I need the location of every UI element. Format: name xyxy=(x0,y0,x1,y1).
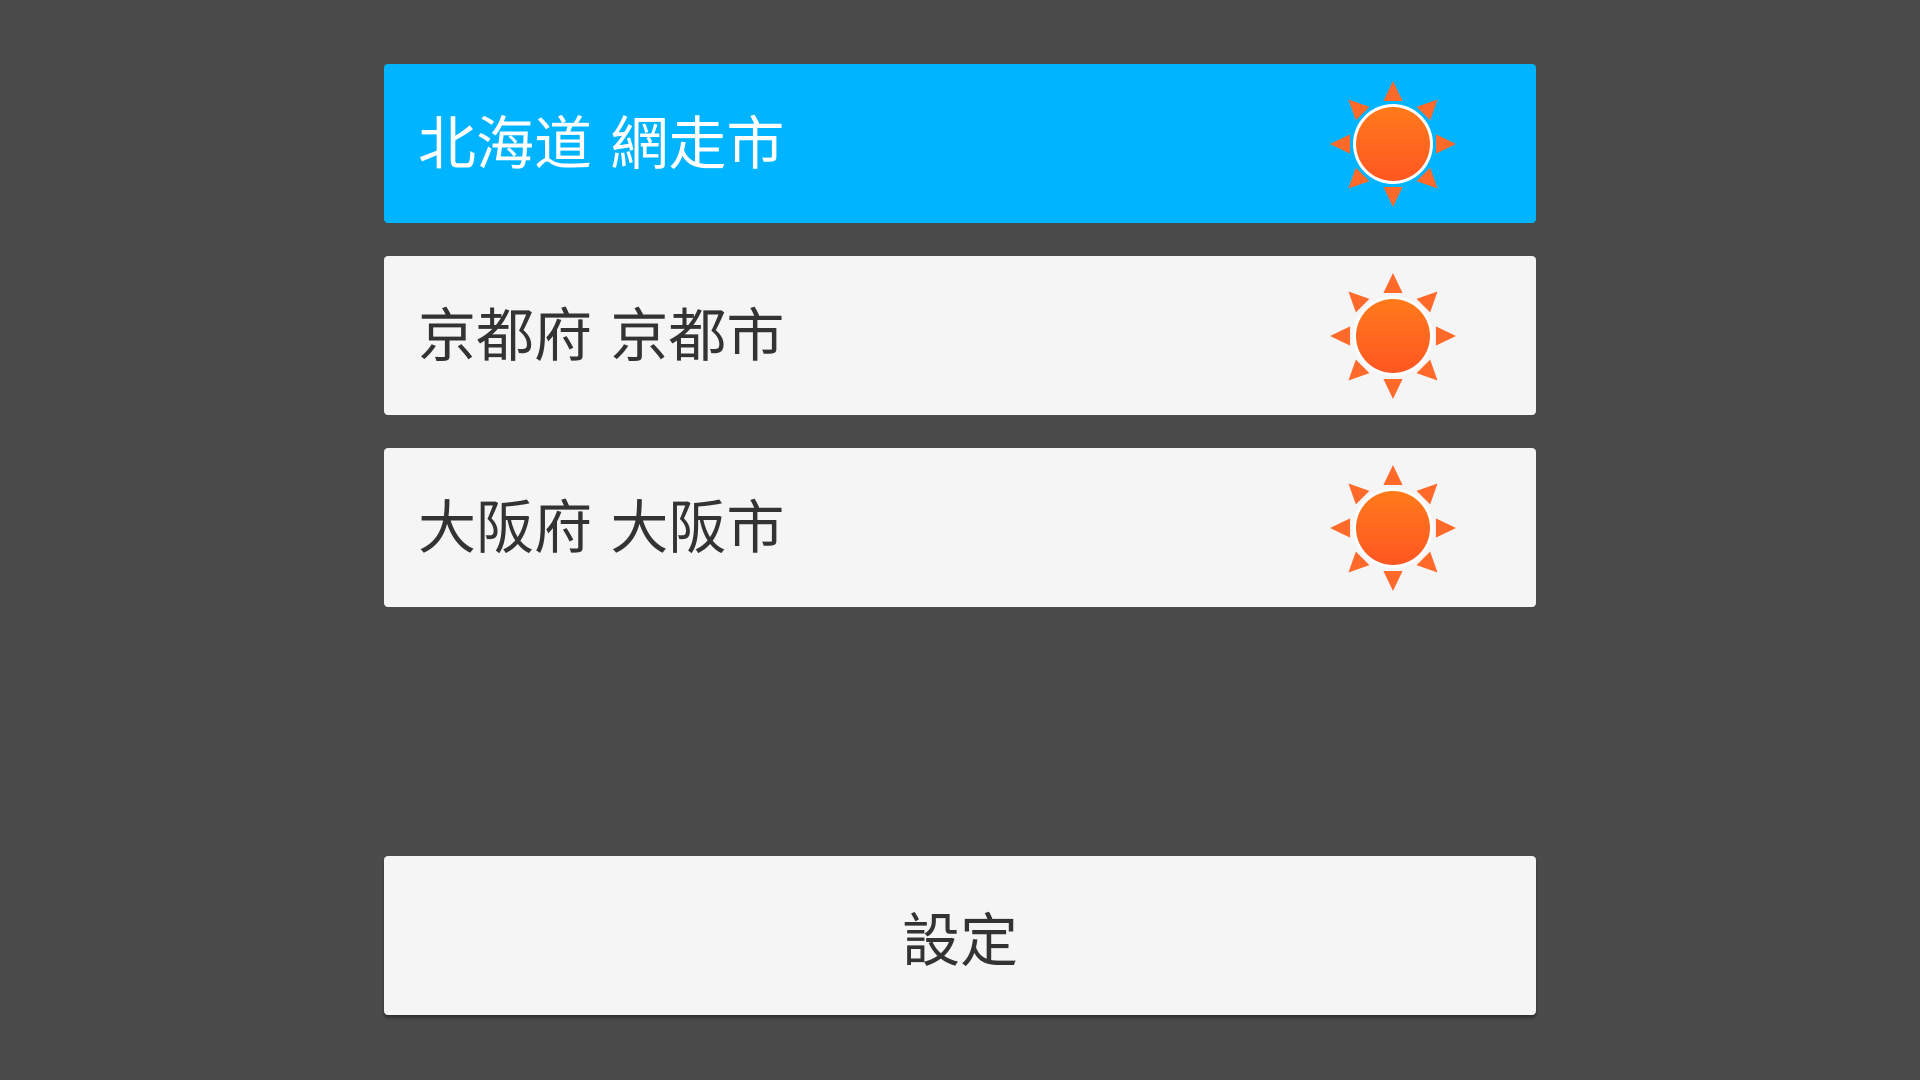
city-name-label: 大阪府 大阪市 xyxy=(418,493,785,562)
settings-button-label: 設定 xyxy=(901,906,1018,975)
sun-icon xyxy=(1328,271,1458,401)
city-row-osaka[interactable]: 大阪府 大阪市 xyxy=(384,448,1536,607)
sun-icon xyxy=(1328,463,1458,593)
sun-icon xyxy=(1328,79,1458,209)
city-row-abashiri[interactable]: 北海道 網走市 xyxy=(384,64,1536,223)
city-name-label: 京都府 京都市 xyxy=(418,301,785,370)
city-row-kyoto[interactable]: 京都府 京都市 xyxy=(384,256,1536,415)
city-list: 北海道 網走市 京都府 京都市 大阪府 大阪市 xyxy=(384,64,1536,640)
city-name-label: 北海道 網走市 xyxy=(418,109,785,178)
settings-button[interactable]: 設定 xyxy=(384,856,1536,1015)
